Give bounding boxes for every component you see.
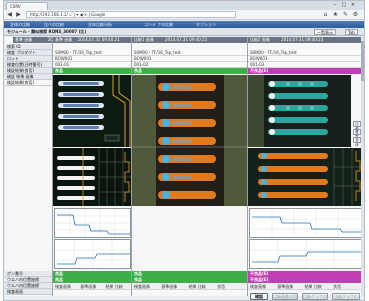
zoom-image-svg [53, 148, 132, 206]
inspection-image[interactable] [53, 75, 132, 147]
browser-tab[interactable]: CSRV [6, 2, 48, 10]
favorites-icon[interactable]: ★ [332, 11, 339, 18]
inspection-image-zoom[interactable] [248, 148, 363, 206]
footer-cell: 良否 [217, 284, 226, 289]
menu-item-analysis[interactable]: 全体比較分析 [88, 21, 112, 28]
column-1: 基準 画像 2014.07.31 09:40:21 S0M00 - TF/16_… [52, 37, 132, 296]
menu-item-overall[interactable]: 全体の比較 [10, 21, 30, 28]
page-title: モジュール - 類似検索 RQNS_30007 (比) [7, 29, 87, 34]
app-menu-bar: 全体の比較 比べの比較 全体比較分析 コンテ ナの比較 オプション [4, 21, 364, 28]
profile-plot-1[interactable] [54, 208, 131, 238]
column-1-title: 基準 画像 [55, 37, 73, 42]
tab-button[interactable]: Tab [345, 29, 358, 35]
column-3: 比較2 画像 2014.07.31 09:40:23 S0M00 - TF/16… [247, 37, 363, 296]
footer-cell: 検査画像 [250, 284, 266, 289]
switch-graph-button-2[interactable]: 比較グラフの切替 [332, 293, 360, 301]
side-button-reference[interactable]: 基準 [353, 129, 361, 139]
bottom-status-2: 良品 [53, 277, 132, 283]
bottom-status-2: 不良品(E) [248, 277, 363, 283]
address-bar[interactable]: http://192.168.1.1/ ⊂ | ▾ ◀ ✕ | Google [26, 11, 236, 18]
footer-row: 検査画像 基準画像 結果 比較 良否 [248, 284, 363, 290]
home-icon[interactable]: ⌂ [322, 11, 329, 18]
column-3-header: 比較2 画像 2014.07.31 09:40:23 [248, 37, 363, 43]
confirm-button[interactable]: 確認 [250, 293, 268, 300]
footer-cell: 基準画像 [80, 284, 97, 289]
bottom-status-2: 良品 [132, 277, 248, 283]
minimize-icon[interactable]: – [332, 2, 338, 8]
switch-graph-button[interactable]: 比較グラフの切替 [302, 293, 328, 301]
tab-bar: CSRV – □ × [4, 1, 364, 10]
status-badge: 良品 [132, 68, 248, 74]
side-button-compare[interactable]: 比較 [353, 121, 361, 131]
view-select[interactable]: 一覧表示 [314, 29, 336, 35]
profile-plot-svg [250, 209, 361, 237]
menu-item-container[interactable]: コンテ ナの比較 [144, 21, 173, 28]
inspection-image[interactable] [132, 75, 248, 206]
forward-icon[interactable]: ▶ [15, 11, 22, 18]
footer-row: 検査画像 基準画像 結果 比較 [53, 284, 132, 290]
wrench-icon[interactable]: ✎ [342, 11, 349, 18]
footer-cell: 結果 比較 [304, 284, 322, 289]
back-icon[interactable]: ◀ [6, 11, 13, 18]
gear-icon[interactable]: ⚙ [352, 11, 359, 18]
footer-cell: 検査画像 [55, 284, 71, 289]
menu-item-options[interactable]: オプション [196, 21, 216, 28]
page-title-bar: モジュール - 類似検索 RQNS_30007 (比) 一覧表示 Tab [4, 28, 364, 36]
column-2-title: 比較1 画像 [134, 37, 154, 42]
browser-toolbar: ◀ ▶ http://192.168.1.1/ ⊂ | ▾ ◀ ✕ | Goog… [4, 10, 364, 20]
column-3-timestamp: 2014.07.31 09:40:23 [281, 37, 324, 42]
column-2-header: 比較1 画像 2014.07.31 09:40:22 [132, 37, 248, 43]
footer-cell: 検査画像 [134, 284, 150, 289]
bump-image-svg [248, 75, 351, 147]
inspection-image[interactable] [248, 75, 351, 147]
footer-cell: 結果 比較 [188, 284, 206, 289]
profile-plot-2[interactable] [54, 239, 131, 269]
bump-image-svg [53, 75, 132, 147]
browser-window: CSRV – □ × ◀ ▶ http://192.168.1.1/ ⊂ | ▾… [3, 0, 365, 301]
scrollbar-thumb[interactable] [361, 41, 364, 81]
column-2-timestamp: 2014.07.31 09:40:22 [165, 37, 208, 42]
footer-cell: 基準画像 [161, 284, 178, 289]
column-title: 基準 画像 [15, 37, 33, 42]
footer-row: 検査画像 基準画像 結果 比較 良否 [132, 284, 248, 290]
bump-image-svg [132, 75, 248, 206]
profile-plot-svg-2 [55, 240, 130, 268]
switch-image-button[interactable]: 比較画像の切替 [272, 293, 298, 301]
column-2: 比較1 画像 2014.07.31 09:40:22 S0M00 - TF/16… [131, 37, 248, 296]
status-badge: 不良品(E) [248, 68, 363, 74]
inspection-image-zoom[interactable] [53, 148, 132, 206]
profile-plot-svg [55, 209, 130, 237]
maximize-icon[interactable]: □ [341, 2, 347, 8]
comparison-panel: 検索 ID 検査 プロダクト ロット 検査位置(日時番号) 検証結果(良否) 検… [5, 37, 363, 296]
menu-item-compare[interactable]: 比べの比較 [44, 21, 64, 28]
column-1-header: 基準 画像 2014.07.31 09:40:21 [53, 37, 132, 43]
profile-plot-1[interactable] [249, 208, 362, 238]
profile-plot-svg-2 [250, 240, 361, 268]
zoom-image-svg [248, 148, 363, 206]
column-1-timestamp: 2014.07.31 09:40:21 [77, 37, 120, 42]
side-button-all[interactable]: 全体 [353, 137, 361, 147]
profile-plot-2[interactable] [249, 239, 362, 269]
footer-cell: 基準画像 [277, 284, 294, 289]
footer-cell: 結果 比較 [105, 284, 123, 289]
status-badge: 良品 [53, 68, 132, 74]
column-3-title: 比較2 画像 [250, 37, 270, 42]
close-icon[interactable]: × [350, 2, 356, 8]
vertical-scrollbar[interactable] [361, 37, 364, 296]
footer-cell: 良否 [333, 284, 342, 289]
